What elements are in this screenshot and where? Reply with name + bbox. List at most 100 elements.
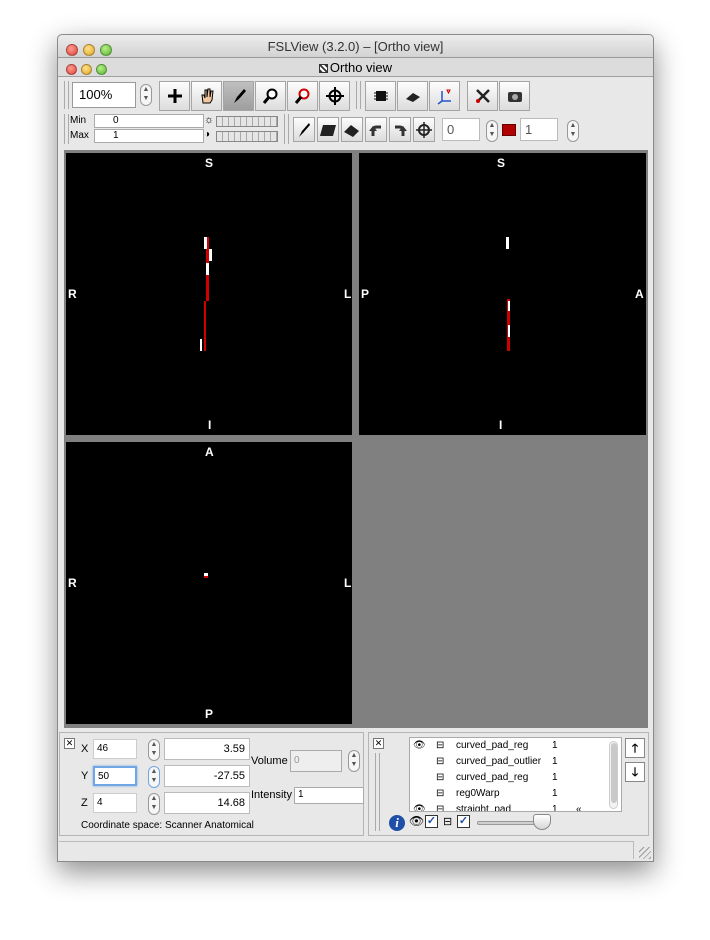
cursor-mode-button[interactable] xyxy=(159,81,190,111)
y-voxel-field[interactable]: 50 xyxy=(93,766,137,786)
label-value-stepper[interactable]: ▲ ▼ xyxy=(567,120,579,142)
layer-list[interactable]: 👁 ⊟ curved_pad_reg 1 ⊟ curved_pad_outlie… xyxy=(409,737,622,812)
lightbox-view-button[interactable] xyxy=(429,81,460,111)
layer-panel-grip[interactable] xyxy=(375,753,380,831)
window-titlebar: FSLView (3.2.0) – [Ortho view] xyxy=(58,35,653,58)
zoom-in-button[interactable] xyxy=(255,81,286,111)
collapse-icon[interactable]: « xyxy=(576,802,582,811)
lock-icon[interactable]: ⊟ xyxy=(436,786,446,802)
edit-toolbar-grip[interactable] xyxy=(284,114,289,144)
min-field[interactable]: 0 xyxy=(94,114,204,128)
eye-icon[interactable]: 👁 xyxy=(413,802,427,811)
z-label: Z xyxy=(81,797,88,809)
pen-icon xyxy=(299,123,310,137)
move-layer-down-button[interactable]: 🡓 xyxy=(625,762,645,782)
scrollbar-thumb[interactable] xyxy=(611,743,617,803)
x-voxel-field[interactable]: 46 xyxy=(93,739,137,759)
y-mm-field[interactable]: -27.55 xyxy=(164,765,250,787)
fill-button[interactable] xyxy=(317,117,339,142)
lock-checkbox[interactable]: ✓ xyxy=(457,815,470,828)
toolbar-grip[interactable] xyxy=(64,81,69,109)
sagittal-white-mark xyxy=(508,301,510,311)
tools-button[interactable] xyxy=(467,81,498,111)
layer-list-scrollbar[interactable] xyxy=(609,741,618,809)
view-icon xyxy=(318,64,328,73)
layer-row[interactable]: 👁 ⊟ straight_pad 1 « xyxy=(410,802,610,812)
contrast-slider[interactable] xyxy=(216,131,278,142)
label-color-swatch[interactable] xyxy=(502,124,516,136)
pen-button[interactable] xyxy=(223,81,254,111)
layer-panel-close-button[interactable]: ✕ xyxy=(373,738,384,749)
lock-icon[interactable]: ⊟ xyxy=(436,738,446,754)
layer-icon xyxy=(405,93,420,102)
undo-button[interactable] xyxy=(365,117,387,142)
lock-icon[interactable]: ⊟ xyxy=(443,815,452,828)
sagittal-bottom-label: I xyxy=(499,418,503,432)
x-mm-field[interactable]: 3.59 xyxy=(164,738,250,760)
volume-stepper[interactable]: ▲ ▼ xyxy=(348,750,360,772)
edit-pen-button[interactable] xyxy=(293,117,315,142)
lock-icon[interactable]: ⊟ xyxy=(436,802,446,811)
axial-view[interactable]: A P R L xyxy=(66,442,352,724)
screenshot-button[interactable] xyxy=(499,81,530,111)
toolbar-grip-2[interactable] xyxy=(356,81,361,109)
edit-value-field[interactable]: 0 xyxy=(442,118,480,141)
visibility-checkbox[interactable]: ✓ xyxy=(425,815,438,828)
coordinate-space-label: Coordinate space: Scanner Anatomical xyxy=(81,820,254,831)
zoom-field[interactable]: 100% xyxy=(72,82,136,108)
resize-grip[interactable] xyxy=(639,847,651,859)
hand-icon xyxy=(200,88,214,104)
axes-icon xyxy=(437,89,451,105)
y-stepper[interactable]: ▲ ▼ xyxy=(148,766,160,788)
coronal-view[interactable]: S I R L xyxy=(66,153,352,435)
redo-button[interactable] xyxy=(389,117,411,142)
layer-row[interactable]: ⊟ curved_pad_outlier 1 xyxy=(410,754,610,770)
layer-controls: i 👁 ✓ ⊟ ✓ xyxy=(387,813,627,833)
single-view-button[interactable] xyxy=(397,81,428,111)
label-value-field[interactable]: 1 xyxy=(520,118,558,141)
edit-value-stepper[interactable]: ▲ ▼ xyxy=(486,120,498,142)
zoom-icon[interactable] xyxy=(100,44,112,56)
brightness-slider[interactable] xyxy=(216,116,278,127)
cursor-panel: ✕ X 46 ▲ ▼ 3.59 Y 50 ▲ ▼ -27.55 Z 4 ▲ ▼ 14.… xyxy=(59,732,364,836)
z-mm-field[interactable]: 14.68 xyxy=(164,792,250,814)
layer-row[interactable]: 👁 ⊟ curved_pad_reg 1 xyxy=(410,738,610,754)
layer-row[interactable]: ⊟ reg0Warp 1 xyxy=(410,786,610,802)
z-voxel-field[interactable]: 4 xyxy=(93,793,137,813)
erase-button[interactable] xyxy=(341,117,363,142)
subwindow-zoom-icon[interactable] xyxy=(96,64,107,75)
pan-button[interactable] xyxy=(191,81,222,111)
layer-name: reg0Warp xyxy=(456,788,500,799)
subwindow-minimize-icon[interactable] xyxy=(81,64,92,75)
max-field[interactable]: 1 xyxy=(94,129,204,143)
magnifier-icon xyxy=(262,88,277,104)
close-icon[interactable] xyxy=(66,44,78,56)
volume-field[interactable]: 0 xyxy=(290,750,342,772)
subwindow-close-icon[interactable] xyxy=(66,64,77,75)
axial-red-mark xyxy=(204,576,208,578)
zoom-stepper[interactable]: ▲ ▼ xyxy=(140,84,152,106)
eye-icon[interactable]: 👁 xyxy=(409,814,424,828)
tools-icon xyxy=(475,89,490,103)
info-icon[interactable]: i xyxy=(389,815,405,831)
z-stepper[interactable]: ▲ ▼ xyxy=(148,793,160,815)
minimize-icon[interactable] xyxy=(83,44,95,56)
display-toolbar: Min 0 Max 1 ☼ ◑ 0 ▲ ▼ 1 ▲ ▼ xyxy=(64,114,644,144)
display-toolbar-grip[interactable] xyxy=(64,114,69,144)
eye-icon[interactable]: 👁 xyxy=(413,738,427,754)
main-toolbar: 100% ▲ ▼ xyxy=(64,79,644,111)
layer-value: 1 xyxy=(552,804,558,812)
opacity-slider-thumb[interactable] xyxy=(533,814,551,830)
lock-icon[interactable]: ⊟ xyxy=(436,770,446,786)
zoom-out-button[interactable] xyxy=(287,81,318,111)
sagittal-view[interactable]: S I P A xyxy=(359,153,646,435)
layer-row[interactable]: ⊟ curved_pad_reg 1 xyxy=(410,770,610,786)
ortho-view-button[interactable] xyxy=(365,81,396,111)
move-layer-up-button[interactable]: 🡑 xyxy=(625,738,645,758)
sagittal-white-mark xyxy=(506,237,509,249)
center-cursor-button[interactable] xyxy=(319,81,350,111)
x-stepper[interactable]: ▲ ▼ xyxy=(148,739,160,761)
lock-icon[interactable]: ⊟ xyxy=(436,754,446,770)
target-button[interactable] xyxy=(413,117,435,142)
cursor-panel-close-button[interactable]: ✕ xyxy=(64,738,75,749)
